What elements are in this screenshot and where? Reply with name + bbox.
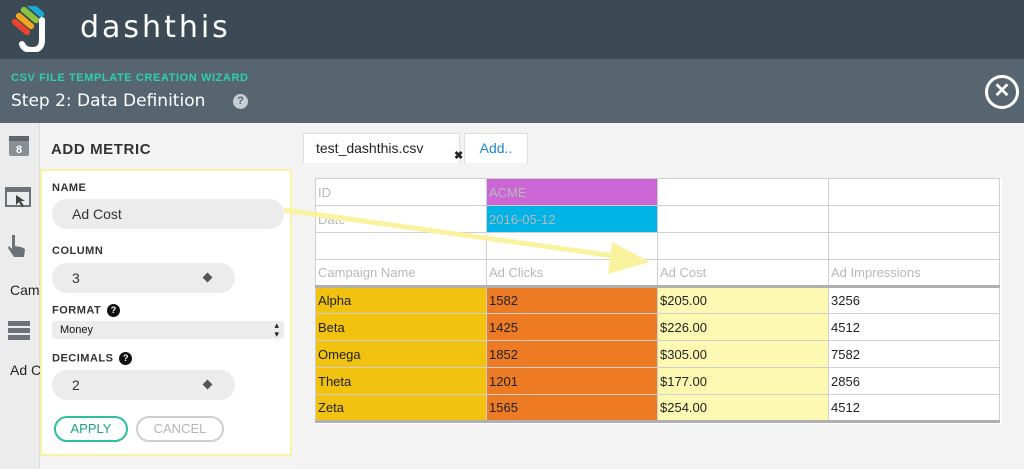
format-select[interactable]: Money ▴ ▾ <box>52 321 284 339</box>
table-cell[interactable] <box>657 178 829 206</box>
stepper-icon[interactable] <box>202 272 213 283</box>
column-header[interactable]: Ad Impressions <box>828 259 1000 287</box>
column-value: 3 <box>72 270 80 286</box>
brand-name: dashthis <box>80 10 231 45</box>
table-cell[interactable]: $254.00 <box>657 394 829 423</box>
add-file-tab[interactable]: Add.. <box>464 133 528 163</box>
sidebar-item-pointer[interactable] <box>0 231 40 271</box>
table-cell[interactable]: 2016-05-12 <box>486 205 658 233</box>
table-row: Date 2016-05-12 <box>315 205 1000 233</box>
table-cell[interactable]: Zeta <box>315 394 487 423</box>
decimals-value: 2 <box>72 377 80 393</box>
sidebar-item-list[interactable] <box>0 317 40 357</box>
csv-preview-area: test_dashthis.csv ✖ Add.. ID ACME Date 2… <box>295 123 1024 469</box>
sidebar-item-label: Cam <box>10 282 40 298</box>
table-cell[interactable]: $226.00 <box>657 313 829 341</box>
column-header[interactable]: Ad Cost <box>657 259 829 287</box>
table-cell[interactable]: Theta <box>315 367 487 395</box>
table-header-row: Campaign Name Ad Clicks Ad Cost Ad Impre… <box>315 259 1000 287</box>
select-arrows-icon: ▴ ▾ <box>274 320 279 339</box>
decimals-label: DECIMALS? <box>52 352 133 365</box>
table-cell[interactable]: ID <box>315 178 487 206</box>
table-cell[interactable]: 4512 <box>828 394 1000 423</box>
table-cell[interactable]: Beta <box>315 313 487 341</box>
table-cell[interactable]: $177.00 <box>657 367 829 395</box>
table-cell[interactable]: 4512 <box>828 313 1000 341</box>
close-wizard-button[interactable]: ✕ <box>985 75 1019 109</box>
top-bar: dashthis <box>0 0 1024 59</box>
panel-title: ADD METRIC <box>51 141 152 158</box>
table-cell[interactable]: Alpha <box>315 285 487 314</box>
table-cell[interactable] <box>828 232 1000 260</box>
wizard-step-title: Step 2: Data Definition <box>11 91 206 111</box>
decimals-stepper[interactable]: 2 <box>52 370 235 400</box>
table-cell[interactable]: 1425 <box>486 313 658 341</box>
table-cell[interactable] <box>657 232 829 260</box>
tab-file-label: test_dashthis.csv <box>316 140 424 156</box>
table-cell[interactable]: 7582 <box>828 340 1000 368</box>
table-cell[interactable]: ACME <box>486 178 658 206</box>
sidebar-item-label: Ad C <box>10 362 42 378</box>
column-stepper[interactable]: 3 <box>52 263 235 293</box>
table-cell[interactable]: 1582 <box>486 285 658 314</box>
wizard-title: CSV FILE TEMPLATE CREATION WIZARD <box>11 72 249 84</box>
table-cell[interactable]: $205.00 <box>657 285 829 314</box>
csv-table: ID ACME Date 2016-05-12 Campaign Name Ad… <box>315 178 1000 423</box>
format-help-icon[interactable]: ? <box>107 304 121 317</box>
table-cell[interactable]: 1201 <box>486 367 658 395</box>
close-tab-icon[interactable]: ✖ <box>454 142 463 170</box>
table-cell[interactable]: Omega <box>315 340 487 368</box>
table-cell[interactable]: 2856 <box>828 367 1000 395</box>
sidebar-item-calendar[interactable]: 8 <box>0 131 40 171</box>
decimals-help-icon[interactable]: ? <box>119 352 133 365</box>
window-cursor-icon <box>5 187 31 207</box>
name-input[interactable]: Ad Cost <box>52 199 284 229</box>
table-cell[interactable] <box>657 205 829 233</box>
table-cell[interactable] <box>486 232 658 260</box>
table-row <box>315 232 1000 260</box>
table-cell[interactable]: Date <box>315 205 487 233</box>
sidebar-item-window[interactable] <box>0 181 40 221</box>
stepper-icon[interactable] <box>202 379 213 390</box>
table-row: ID ACME <box>315 178 1000 206</box>
table-row: Theta 1201 $177.00 2856 <box>315 367 1000 395</box>
svg-text:8: 8 <box>16 144 22 156</box>
metric-form: NAME Ad Cost COLUMN 3 FORMAT? Money ▴ ▾ D… <box>40 169 292 456</box>
column-header[interactable]: Ad Clicks <box>486 259 658 287</box>
help-icon[interactable]: ? <box>233 94 248 109</box>
pointer-hand-icon <box>8 235 25 257</box>
add-metric-panel: ADD METRIC NAME Ad Cost COLUMN 3 FORMAT?… <box>40 123 295 469</box>
table-cell[interactable] <box>315 232 487 260</box>
format-label: FORMAT? <box>52 304 121 317</box>
csv-sheet: ID ACME Date 2016-05-12 Campaign Name Ad… <box>315 178 1002 424</box>
table-row: Beta 1425 $226.00 4512 <box>315 313 1000 341</box>
format-value: Money <box>60 324 94 336</box>
name-label: NAME <box>52 182 87 194</box>
format-label-text: FORMAT <box>52 304 102 317</box>
cancel-button[interactable]: CANCEL <box>136 416 224 442</box>
calendar-icon: 8 <box>9 136 29 156</box>
apply-button[interactable]: APPLY <box>54 416 128 442</box>
decimals-label-text: DECIMALS <box>52 352 114 365</box>
column-header[interactable]: Campaign Name <box>315 259 487 287</box>
column-label: COLUMN <box>52 245 104 257</box>
table-row: Omega 1852 $305.00 7582 <box>315 340 1000 368</box>
list-icon <box>8 321 30 340</box>
table-cell[interactable] <box>828 178 1000 206</box>
left-sidebar: 8 Cam Ad C <box>0 123 42 469</box>
dashthis-logo-icon <box>11 6 45 52</box>
table-row: Zeta 1565 $254.00 4512 <box>315 394 1000 423</box>
table-cell[interactable] <box>828 205 1000 233</box>
table-cell[interactable]: 3256 <box>828 285 1000 314</box>
table-cell[interactable]: $305.00 <box>657 340 829 368</box>
table-cell[interactable]: 1852 <box>486 340 658 368</box>
wizard-header: CSV FILE TEMPLATE CREATION WIZARD Step 2… <box>0 59 1024 123</box>
tab-csv-file[interactable]: test_dashthis.csv ✖ <box>303 133 463 163</box>
table-row: Alpha 1582 $205.00 3256 <box>315 285 1000 314</box>
table-cell[interactable]: 1565 <box>486 394 658 423</box>
